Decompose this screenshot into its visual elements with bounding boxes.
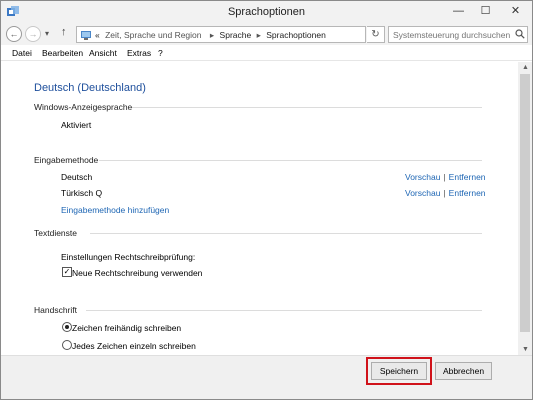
input-method-turkish-actions: Vorschau | Entfernen — [405, 188, 486, 198]
handwriting-single-char-label[interactable]: Jedes Zeichen einzeln schreiben — [72, 341, 196, 351]
menu-help[interactable]: ? — [158, 48, 163, 58]
input-method-deutsch-actions: Vorschau | Entfernen — [405, 172, 486, 182]
handwriting-single-char-radio[interactable] — [62, 340, 72, 350]
save-button[interactable]: Speichern — [371, 362, 427, 380]
section-input-method: Eingabemethode — [34, 155, 99, 165]
section-handwriting: Handschrift — [34, 305, 77, 315]
back-button[interactable]: ← — [6, 26, 22, 42]
display-language-status: Aktiviert — [61, 120, 92, 130]
content-panel: Deutsch (Deutschland) Windows-Anzeigespr… — [1, 62, 518, 355]
title-bar: Sprachoptionen — ☐ ✕ — [1, 1, 532, 23]
breadcrumb-separator-icon[interactable]: ▸ — [210, 30, 214, 40]
preview-link[interactable]: Vorschau — [405, 172, 440, 182]
input-method-deutsch: Deutsch — [61, 172, 93, 182]
new-spelling-label[interactable]: Neue Rechtschreibung verwenden — [72, 268, 202, 278]
menu-datei[interactable]: Datei — [12, 48, 32, 58]
minimize-button[interactable]: — — [445, 1, 472, 21]
input-method-turkish-q: Türkisch Q — [61, 188, 103, 198]
add-input-method-link[interactable]: Eingabemethode hinzufügen — [61, 205, 169, 215]
maximize-button[interactable]: ☐ — [472, 1, 499, 21]
scroll-up-arrow-icon[interactable]: ▲ — [522, 64, 529, 71]
menu-bar: Datei Bearbeiten Ansicht Extras ? — [1, 45, 532, 61]
close-button[interactable]: ✕ — [499, 1, 532, 21]
refresh-button[interactable]: ↻ — [367, 26, 385, 43]
section-divider — [86, 310, 482, 311]
recent-locations-chevron-icon[interactable]: ▾ — [45, 29, 49, 38]
page-title: Deutsch (Deutschland) — [34, 82, 146, 94]
breadcrumb: « Zeit, Sprache und Region ▸ Sprache ▸ S… — [95, 30, 326, 41]
section-divider — [90, 233, 482, 234]
link-separator: | — [443, 172, 446, 182]
breadcrumb-item-language[interactable]: Sprache — [220, 30, 252, 40]
scroll-down-arrow-icon[interactable]: ▼ — [522, 346, 529, 353]
section-divider — [99, 160, 482, 161]
up-button[interactable]: ↑ — [61, 26, 67, 38]
breadcrumb-item-language-options[interactable]: Sprachoptionen — [266, 30, 326, 40]
cancel-button[interactable]: Abbrechen — [435, 362, 492, 380]
breadcrumb-overflow[interactable]: « — [95, 30, 100, 40]
language-options-window: Sprachoptionen — ☐ ✕ ← → ▾ ↑ « Zeit, Spr… — [0, 0, 533, 400]
vertical-scrollbar[interactable]: ▲ ▼ — [518, 62, 532, 355]
section-text-services: Textdienste — [34, 228, 77, 238]
remove-link[interactable]: Entfernen — [449, 172, 486, 182]
scroll-thumb[interactable] — [520, 74, 530, 332]
section-display-language: Windows-Anzeigesprache — [34, 102, 133, 112]
section-divider — [132, 107, 482, 108]
handwriting-freehand-label[interactable]: Zeichen freihändig schreiben — [72, 323, 181, 333]
menu-ansicht[interactable]: Ansicht — [89, 48, 117, 58]
preview-link[interactable]: Vorschau — [405, 188, 440, 198]
spellcheck-settings-label: Einstellungen Rechtschreibprüfung: — [61, 252, 196, 262]
handwriting-freehand-radio[interactable] — [62, 322, 72, 332]
dialog-footer: Speichern Abbrechen — [1, 355, 532, 399]
breadcrumb-item-region[interactable]: Zeit, Sprache und Region — [105, 30, 201, 40]
search-input[interactable] — [388, 26, 528, 43]
link-separator: | — [443, 188, 446, 198]
breadcrumb-separator-icon[interactable]: ▸ — [257, 30, 261, 40]
search-icon[interactable] — [515, 29, 525, 39]
forward-button[interactable]: → — [25, 26, 41, 42]
menu-bearbeiten[interactable]: Bearbeiten — [42, 48, 83, 58]
remove-link[interactable]: Entfernen — [449, 188, 486, 198]
address-bar[interactable]: « Zeit, Sprache und Region ▸ Sprache ▸ S… — [76, 26, 431, 43]
control-panel-icon — [81, 31, 91, 40]
menu-extras[interactable]: Extras — [127, 48, 151, 58]
navigation-bar: ← → ▾ ↑ « Zeit, Sprache und Region ▸ Spr… — [1, 23, 532, 45]
new-spelling-checkbox[interactable]: ✓ — [62, 267, 72, 277]
